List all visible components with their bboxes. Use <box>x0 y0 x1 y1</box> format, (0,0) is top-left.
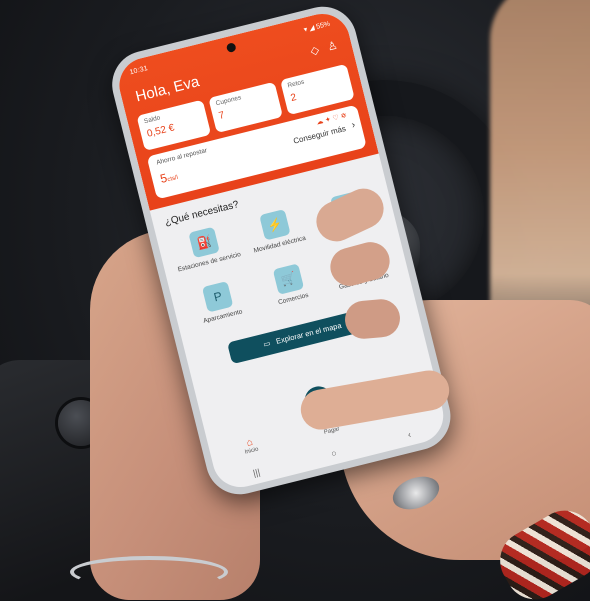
photo-scene: 10:31 ▾ ◢ 55% Hola, Eva ◇ ♙ Saldo 0,52 €… <box>0 0 590 601</box>
fuel-pump-icon: ⛽ <box>188 226 221 259</box>
profile-icon[interactable]: ♙ <box>326 39 338 54</box>
map-icon: ▭ <box>262 338 272 349</box>
service-electric-mobility[interactable]: ⚡ Movilidad eléctrica <box>239 204 313 257</box>
shopping-cart-icon: 🛒 <box>272 263 305 295</box>
silver-bracelet <box>70 556 228 588</box>
header-actions: ◇ ♙ <box>309 39 338 58</box>
electric-bolt-icon: ⚡ <box>259 209 291 241</box>
status-indicators: ▾ ◢ 55% <box>303 20 331 34</box>
status-time: 10:31 <box>129 64 149 77</box>
front-camera <box>225 42 237 54</box>
back-icon[interactable]: ‹ <box>407 429 412 439</box>
nav-home[interactable]: ⌂ Inicio <box>242 436 259 456</box>
notifications-icon[interactable]: ◇ <box>309 43 320 58</box>
service-gas-stations[interactable]: ⛽ Estaciones de servicio <box>169 222 243 275</box>
explore-map-label: Explorar en el mapa <box>274 320 343 346</box>
home-circle-icon[interactable]: ○ <box>330 448 338 459</box>
parking-icon: P <box>202 280 234 313</box>
service-parking[interactable]: P Aparcamiento <box>182 276 256 329</box>
service-shops[interactable]: 🛒 Comercios <box>253 258 327 311</box>
promo-unit: cts/l <box>166 174 179 184</box>
recent-apps-icon[interactable]: ||| <box>252 467 261 478</box>
greeting: Hola, Eva <box>133 73 202 106</box>
